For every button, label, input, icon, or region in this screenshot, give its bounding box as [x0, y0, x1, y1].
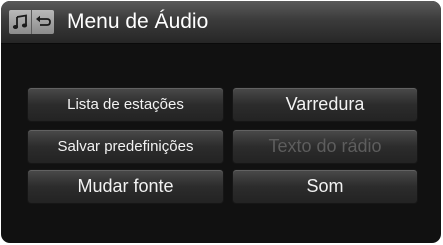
change-source-button[interactable]: Mudar fonte [27, 169, 224, 204]
page-title: Menu de Áudio [67, 10, 209, 33]
audio-menu-screen: Menu de Áudio Lista de estações Varredur… [1, 1, 441, 243]
sound-button[interactable]: Som [232, 169, 418, 204]
station-list-button[interactable]: Lista de estações [27, 87, 224, 122]
save-presets-button[interactable]: Salvar predefinições [27, 129, 224, 164]
music-note-icon [9, 10, 31, 34]
scan-button[interactable]: Varredura [232, 87, 418, 122]
title-bar: Menu de Áudio [1, 1, 441, 44]
radio-text-button: Texto do rádio [232, 129, 418, 164]
back-arrow-icon[interactable] [31, 10, 54, 34]
header-icon-group [9, 10, 54, 34]
